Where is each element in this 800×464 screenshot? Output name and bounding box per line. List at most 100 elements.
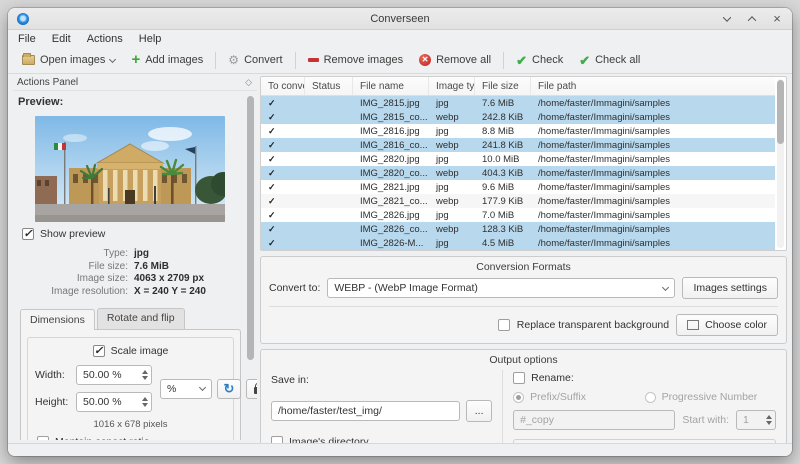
panel-scrollbar[interactable]	[247, 96, 254, 435]
status-bar	[8, 443, 792, 456]
rename-label: Rename:	[531, 372, 574, 384]
width-spinbox[interactable]: 50.00 %	[76, 365, 152, 385]
rename-checkbox[interactable]: ✓	[513, 372, 526, 384]
row-cell: /home/faster/Immagini/samples	[538, 139, 670, 151]
replace-transparent-background-checkbox[interactable]: ✓	[497, 319, 510, 331]
menu-file[interactable]: File	[18, 33, 36, 45]
float-panel-icon[interactable]: ◇	[245, 77, 252, 88]
remove-images-button[interactable]: Remove images	[300, 51, 411, 69]
column-status[interactable]: Status	[305, 77, 353, 95]
tab-dimensions[interactable]: Dimensions	[20, 309, 95, 330]
row-convert-checkbox[interactable]: ✓	[261, 168, 305, 179]
title-bar: Converseen ×	[8, 8, 792, 30]
check-button[interactable]: ✔ Check	[508, 51, 571, 69]
check-all-icon: ✔	[579, 52, 591, 68]
row-cell: webp	[436, 195, 459, 207]
refresh-icon: ↻	[223, 380, 235, 396]
row-cell: 404.3 KiB	[482, 167, 524, 179]
unit-select[interactable]: %	[160, 378, 212, 399]
row-cell: /home/faster/Immagini/samples	[538, 167, 670, 179]
width-label: Width:	[35, 369, 65, 381]
menu-edit[interactable]: Edit	[52, 33, 71, 45]
row-convert-checkbox[interactable]: ✓	[261, 224, 305, 235]
column-file-size[interactable]: File size	[475, 77, 531, 95]
check-all-button[interactable]: ✔ Check all	[571, 51, 648, 69]
row-cell: IMG_2815_co...	[360, 111, 428, 123]
row-convert-checkbox[interactable]: ✓	[261, 210, 305, 221]
row-convert-checkbox[interactable]: ✓	[261, 196, 305, 207]
menu-help[interactable]: Help	[139, 33, 162, 45]
row-convert-checkbox[interactable]: ✓	[261, 98, 305, 109]
save-in-input[interactable]: /home/faster/test_img/	[271, 401, 461, 421]
converseen-window: Converseen × File Edit Actions Help Open…	[8, 8, 792, 456]
check-icon: ✔	[516, 52, 528, 68]
table-row[interactable]: ✓ IMG_2826_co... webp 128.3 KiB/home/faster…	[261, 222, 775, 236]
window-title: Converseen	[370, 12, 430, 25]
row-cell: /home/faster/Immagini/samples	[538, 153, 670, 165]
prefix-suffix-radio[interactable]	[513, 391, 525, 403]
column-file-path[interactable]: File path	[531, 77, 775, 95]
rename-pattern-input[interactable]: #_copy	[513, 410, 676, 430]
row-convert-checkbox[interactable]: ✓	[261, 154, 305, 165]
reset-dimensions-button[interactable]: ↻	[217, 378, 241, 399]
info-filesize-value: 7.6 MiB	[134, 260, 170, 272]
images-directory-checkbox[interactable]: ✓	[271, 436, 283, 443]
table-row[interactable]: ✓ IMG_2821.jpg jpg 9.6 MiB/home/faster/Imma…	[261, 180, 775, 194]
save-in-label: Save in:	[271, 374, 309, 386]
browse-button[interactable]: ...	[466, 400, 493, 422]
row-convert-checkbox[interactable]: ✓	[261, 112, 305, 123]
table-row[interactable]: ✓ IMG_2816.jpg jpg 8.8 MiB/home/faster/Imma…	[261, 124, 775, 138]
table-row[interactable]: ✓ IMG_2826.jpg jpg 7.0 MiB/home/faster/Imma…	[261, 208, 775, 222]
table-row[interactable]: ✓ IMG_2815_co... webp 242.8 KiB/home/faster…	[261, 110, 775, 124]
row-convert-checkbox[interactable]: ✓	[261, 182, 305, 193]
info-imagesize-label: Image size:	[76, 273, 128, 284]
start-with-spinbox[interactable]: 1	[736, 410, 776, 430]
table-row[interactable]: ✓ IMG_2820.jpg jpg 10.0 MiB/home/faster/Imm…	[261, 152, 775, 166]
row-cell: /home/faster/Immagini/samples	[538, 181, 670, 193]
row-cell: 9.6 MiB	[482, 181, 515, 193]
maintain-aspect-ratio-label: Mantain aspect ratio	[55, 436, 150, 440]
show-preview-checkbox[interactable]: ✓	[22, 228, 34, 240]
minimize-button[interactable]	[721, 12, 733, 25]
maintain-aspect-ratio-checkbox[interactable]: ✓	[37, 436, 49, 440]
row-cell: IMG_2815.jpg	[360, 97, 420, 109]
row-convert-checkbox[interactable]: ✓	[261, 140, 305, 151]
close-button[interactable]: ×	[771, 12, 783, 25]
maximize-button[interactable]	[746, 13, 758, 25]
table-scrollbar[interactable]	[777, 79, 784, 248]
table-row[interactable]: ✓ IMG_2816_co... webp 241.8 KiB/home/faster…	[261, 138, 775, 152]
row-cell: IMG_2826_co...	[360, 223, 428, 235]
progressive-number-radio[interactable]	[644, 391, 656, 403]
table-row[interactable]: ✓ IMG_2815.jpg jpg 7.6 MiB/home/faster/Imma…	[261, 96, 775, 110]
convert-button[interactable]: ⚙ Convert	[220, 51, 290, 69]
remove-all-button[interactable]: ✕ Remove all	[411, 51, 499, 69]
open-images-button[interactable]: Open images	[14, 51, 123, 69]
remove-images-label: Remove images	[323, 54, 404, 66]
folder-open-icon	[22, 53, 35, 65]
tab-rotate-and-flip[interactable]: Rotate and flip	[96, 308, 185, 329]
column-to-convert[interactable]: To convert	[261, 77, 305, 95]
add-plus-icon: +	[131, 51, 141, 68]
menu-actions[interactable]: Actions	[87, 33, 123, 45]
add-images-button[interactable]: + Add images	[123, 51, 211, 69]
table-row[interactable]: ✓ IMG_2821_co... webp 177.9 KiB/home/faster…	[261, 194, 775, 208]
chevron-down-icon	[198, 383, 207, 392]
row-convert-checkbox[interactable]: ✓	[261, 238, 305, 249]
open-images-label: Open images	[40, 54, 106, 66]
dimensions-pane: ✓ Scale image Width: 50.00 % Height: 50.…	[20, 329, 257, 440]
column-file-name[interactable]: File name	[353, 77, 429, 95]
output-options-group: Output options Save in: /home/faster/tes…	[260, 349, 787, 443]
row-cell: jpg	[436, 209, 449, 221]
format-select[interactable]: WEBP - (WebP Image Format)	[327, 278, 676, 298]
height-spinbox[interactable]: 50.00 %	[76, 392, 152, 412]
table-row[interactable]: ✓ IMG_2826-M... jpg 4.5 MiB/home/faster/Imm…	[261, 236, 775, 250]
choose-color-button[interactable]: Choose color	[676, 314, 778, 336]
row-cell: /home/faster/Immagini/samples	[538, 223, 670, 235]
scale-image-checkbox[interactable]: ✓	[92, 345, 105, 357]
images-settings-button[interactable]: Images settings	[682, 277, 778, 299]
row-cell: /home/faster/Immagini/samples	[538, 237, 670, 249]
column-image-type[interactable]: Image type	[429, 77, 475, 95]
table-row[interactable]: ✓ IMG_2820_co... webp 404.3 KiB/home/faster…	[261, 166, 775, 180]
output-options-title: Output options	[489, 354, 558, 366]
row-convert-checkbox[interactable]: ✓	[261, 126, 305, 137]
